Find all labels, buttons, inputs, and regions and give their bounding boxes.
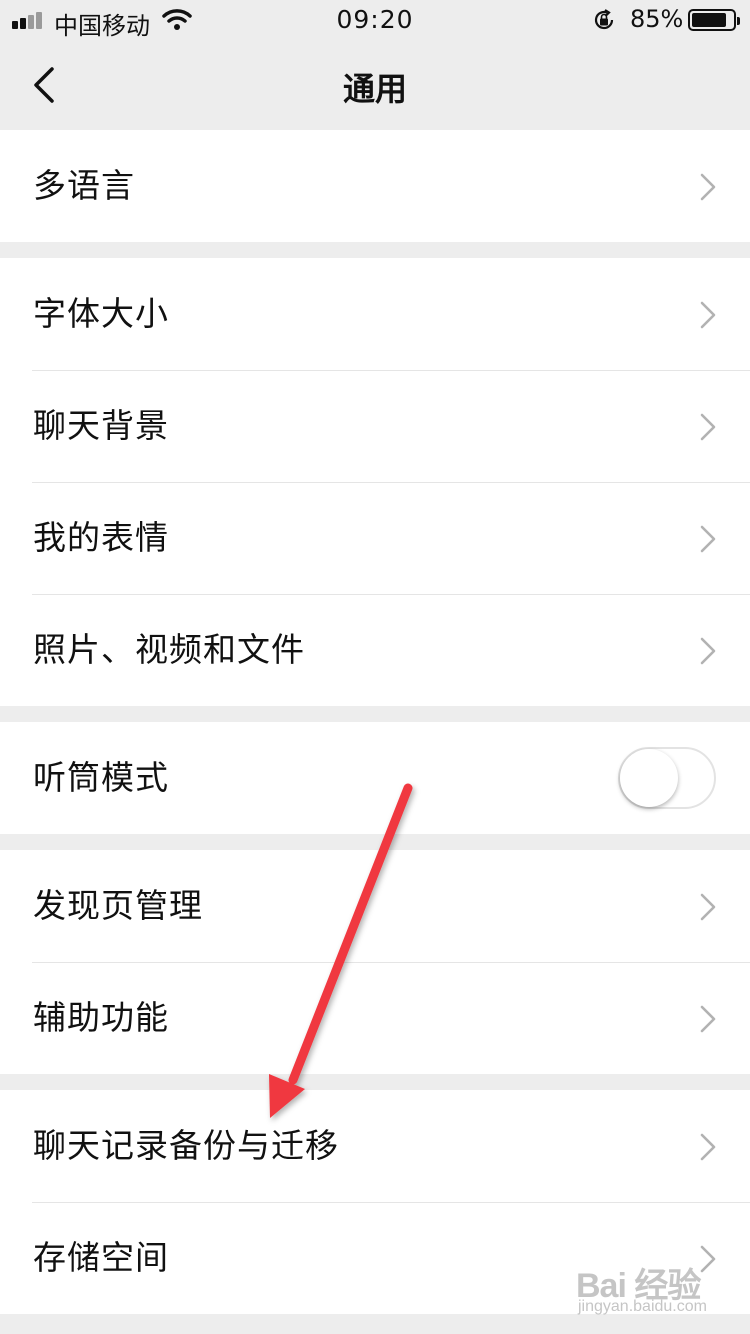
settings-item-label: 辅助功能 [33,998,169,1037]
settings-item-accessibility[interactable]: 辅助功能 [0,962,750,1074]
chevron-right-icon [700,637,716,665]
settings-item-discover-management[interactable]: 发现页管理 [0,850,750,962]
settings-group-discover: 发现页管理 辅助功能 [0,850,750,1074]
battery-fill [692,13,726,27]
status-bar: 中国移动 09:20 85% [0,0,750,40]
battery-icon [688,9,740,31]
battery-percentage: 85% [630,5,684,33]
watermark-site: jingyan.baidu.com [578,1298,707,1315]
chevron-right-icon [700,525,716,553]
settings-group-display: 字体大小 聊天背景 我的表情 照片、视频和文件 [0,258,750,706]
settings-item-label: 字体大小 [33,294,169,333]
nav-bar: 通用 [0,40,750,130]
rotation-lock-icon [592,8,616,38]
page-title: 通用 [342,70,407,108]
settings-item-chat-backup-migration[interactable]: 聊天记录备份与迁移 [0,1090,750,1202]
baidu-watermark: Bai 经验 jingyan.baidu.com [576,1258,746,1318]
chevron-right-icon [700,893,716,921]
settings-group-language: 多语言 [0,130,750,242]
settings-item-font-size[interactable]: 字体大小 [0,258,750,370]
settings-item-photos-videos-files[interactable]: 照片、视频和文件 [0,594,750,706]
settings-item-label: 发现页管理 [33,886,203,925]
chevron-right-icon [700,301,716,329]
settings-item-label: 存储空间 [33,1238,169,1277]
chevron-right-icon [700,1005,716,1033]
settings-item-label: 听筒模式 [33,758,169,797]
earpiece-mode-toggle[interactable] [618,747,716,809]
settings-item-chat-background[interactable]: 聊天背景 [0,370,750,482]
chevron-right-icon [700,1133,716,1161]
chevron-right-icon [700,173,716,201]
settings-item-language[interactable]: 多语言 [0,130,750,242]
settings-item-label: 照片、视频和文件 [33,630,305,669]
toggle-knob [620,749,678,807]
settings-item-label: 聊天记录备份与迁移 [33,1126,339,1165]
settings-group-earpiece: 听筒模式 [0,722,750,834]
settings-item-my-stickers[interactable]: 我的表情 [0,482,750,594]
chevron-right-icon [700,413,716,441]
settings-item-label: 多语言 [33,166,135,205]
settings-item-earpiece-mode: 听筒模式 [0,722,750,834]
settings-item-label: 我的表情 [33,518,169,557]
settings-item-label: 聊天背景 [33,406,169,445]
